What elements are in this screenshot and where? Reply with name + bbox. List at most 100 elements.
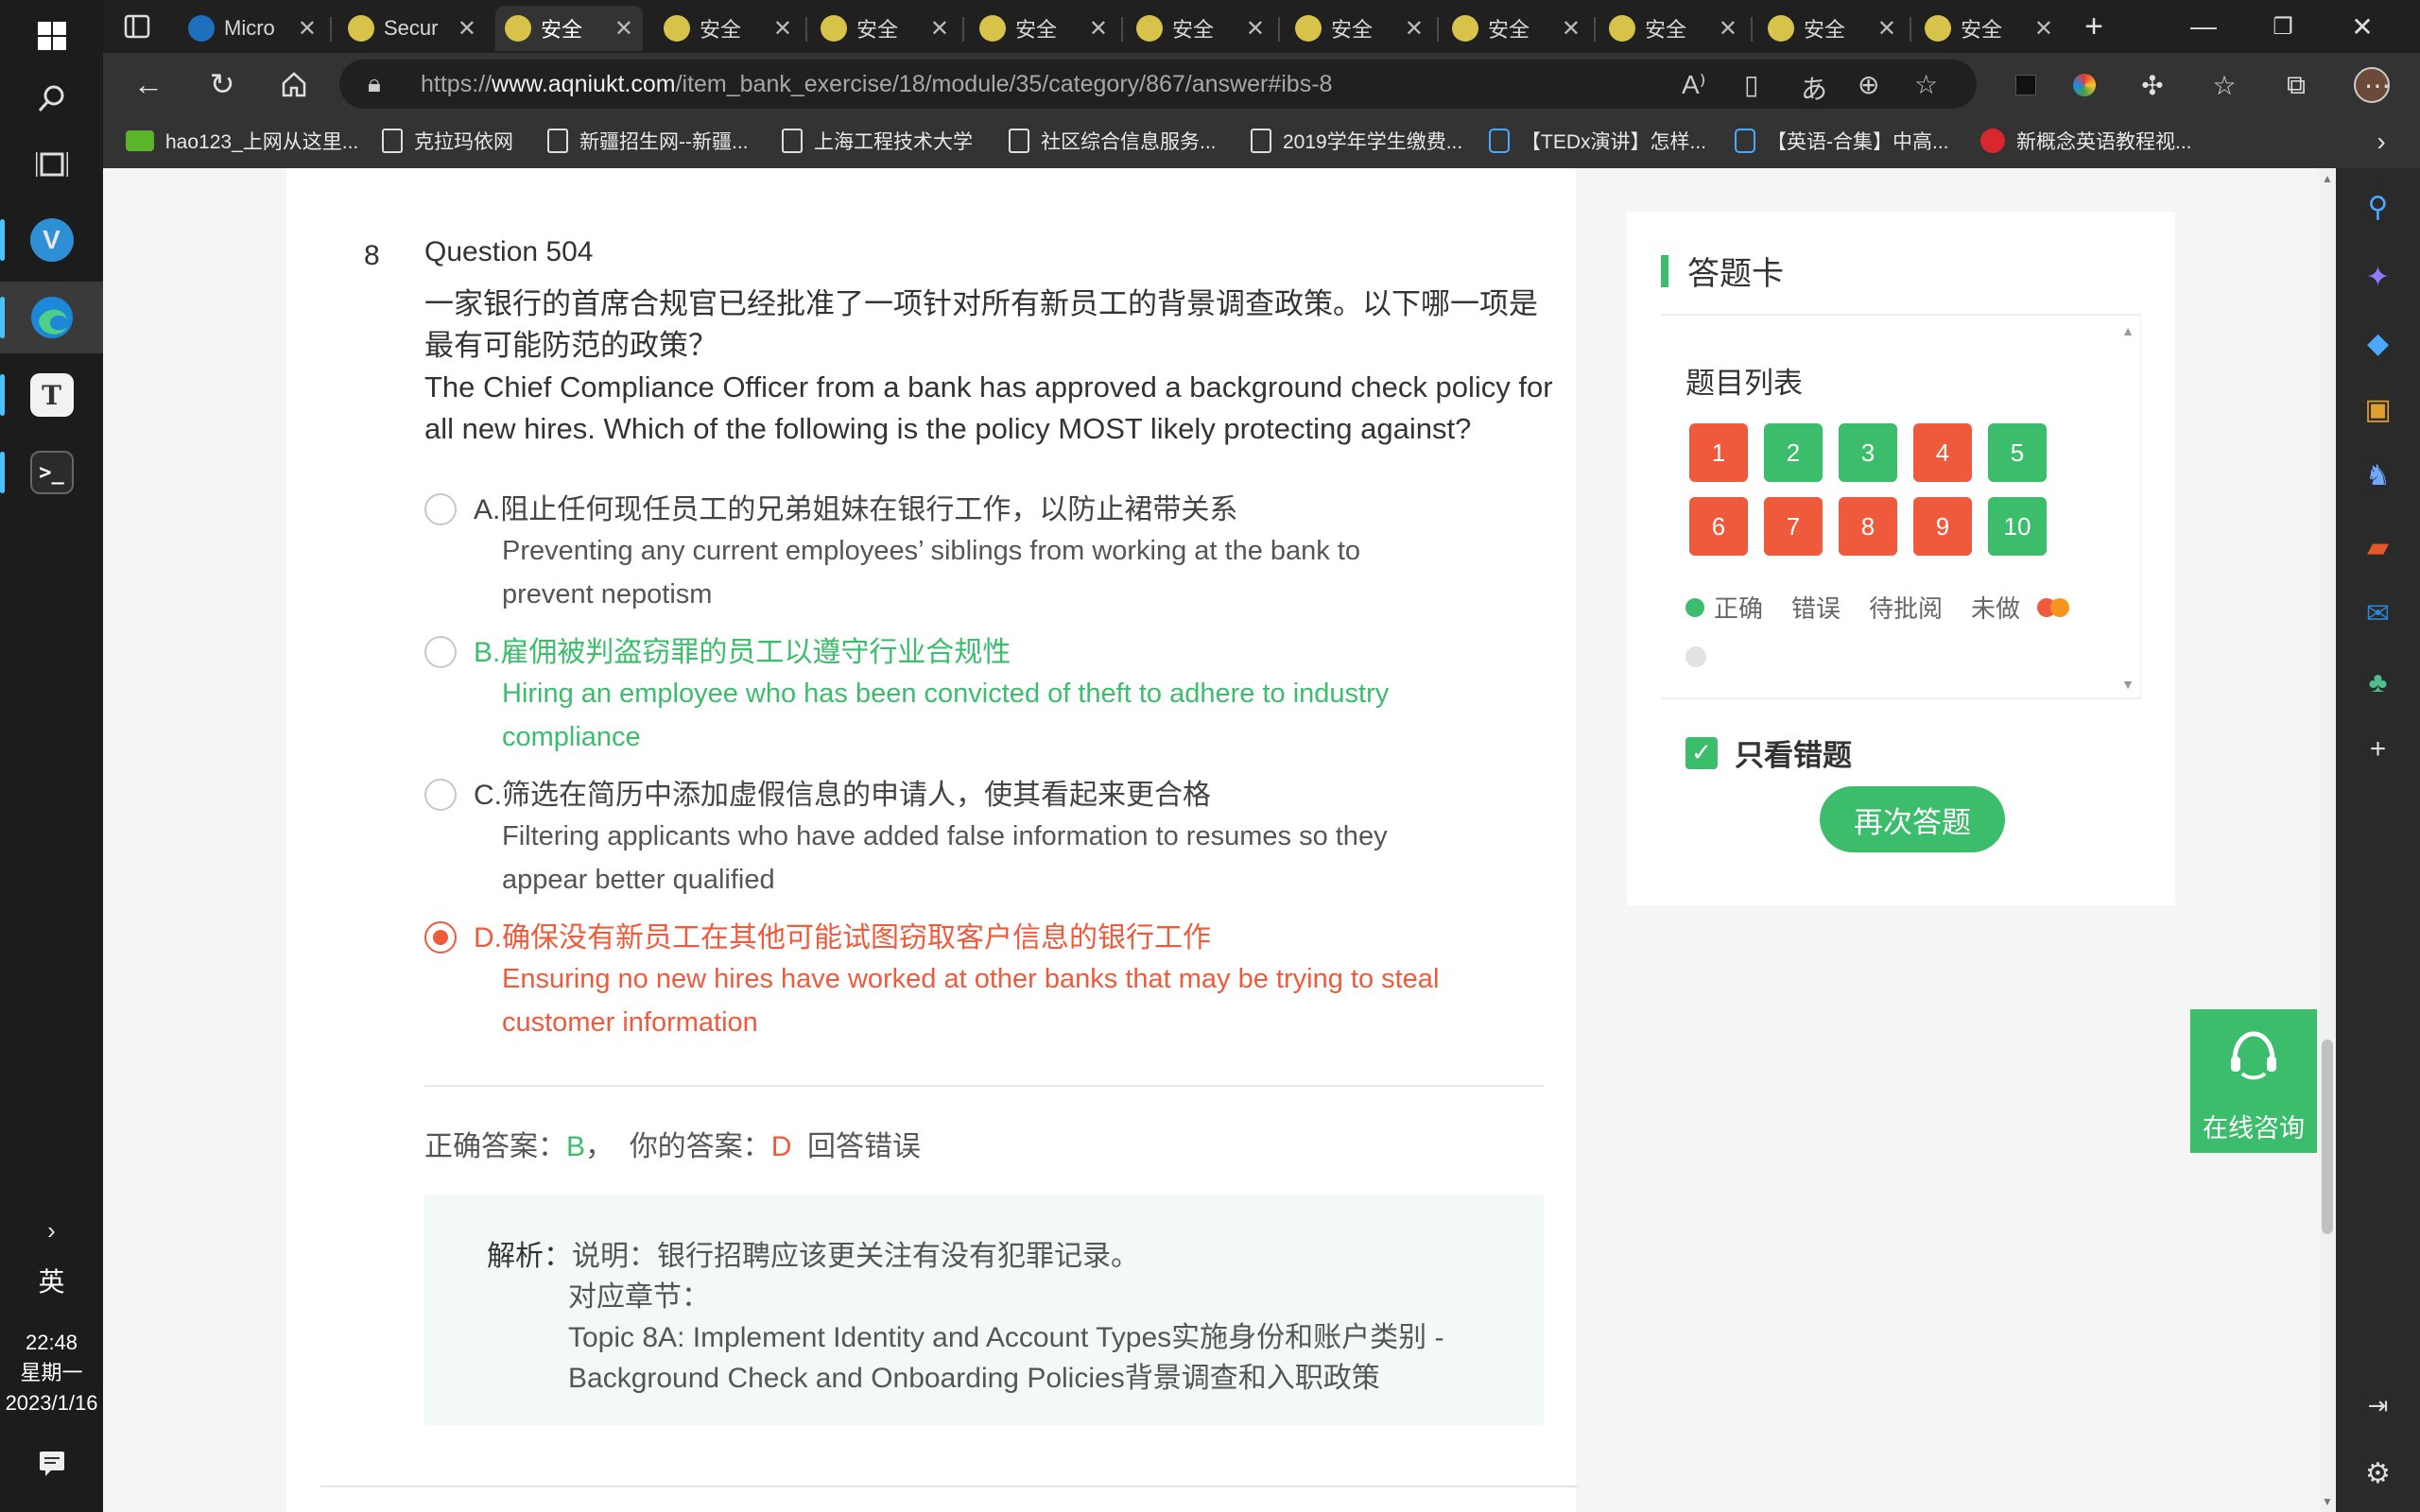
task-view-button[interactable] bbox=[0, 129, 103, 200]
shopping-tag-icon[interactable]: ◆ bbox=[2336, 319, 2420, 367]
question-number-button[interactable]: 1 bbox=[1689, 423, 1748, 482]
scrollbar-down-arrow-icon[interactable]: ▼ bbox=[2322, 1495, 2333, 1508]
question-number-button[interactable]: 6 bbox=[1689, 497, 1748, 556]
extension-dark-icon[interactable] bbox=[2007, 66, 2045, 104]
page-scrollbar[interactable]: ▲ ▼ bbox=[2319, 168, 2336, 1512]
scrollbar-thumb[interactable] bbox=[2322, 1040, 2333, 1234]
tab-close-icon[interactable]: ✕ bbox=[1399, 15, 1424, 43]
minimize-icon[interactable]: — bbox=[2164, 0, 2243, 53]
browser-tab[interactable]: 安全 ✕ bbox=[1286, 6, 1433, 51]
tab-close-icon[interactable]: ✕ bbox=[1872, 15, 1896, 43]
back-arrow-icon[interactable]: ← bbox=[126, 61, 171, 107]
checkbox-checked-icon[interactable]: ✓ bbox=[1685, 736, 1718, 769]
outlook-icon[interactable]: ✉ bbox=[2336, 590, 2420, 637]
option-d-radio[interactable] bbox=[424, 921, 457, 954]
bookmark-item[interactable]: 新疆招生网--新疆... bbox=[547, 127, 749, 155]
zoom-icon[interactable]: ⊕ bbox=[1858, 69, 1879, 100]
bookmark-item[interactable]: hao123_上网从这里... bbox=[126, 127, 358, 155]
taskbar-clock[interactable]: 22:48 星期一 2023/1/16 bbox=[0, 1328, 103, 1418]
windows-start-button[interactable] bbox=[0, 0, 103, 72]
translate-icon[interactable]: あ bbox=[1801, 69, 1827, 107]
option-a-radio[interactable] bbox=[424, 493, 457, 525]
tab-close-icon[interactable]: ✕ bbox=[609, 15, 633, 43]
question-number-button[interactable]: 8 bbox=[1839, 497, 1897, 556]
extensions-puzzle-icon[interactable]: ✣ bbox=[2134, 66, 2171, 104]
browser-tab[interactable]: Secur ✕ bbox=[338, 6, 486, 51]
tab-close-icon[interactable]: ✕ bbox=[1713, 15, 1737, 43]
bookmark-item[interactable]: 2019学年学生缴费... bbox=[1251, 127, 1462, 155]
add-plus-icon[interactable]: + bbox=[2336, 726, 2420, 773]
browser-tab[interactable]: 安全 ✕ bbox=[495, 6, 643, 51]
add-favorite-icon[interactable]: ☆ bbox=[1914, 69, 1938, 100]
taskbar-app-edge[interactable] bbox=[0, 282, 103, 353]
hide-sidebar-icon[interactable]: ⇥ bbox=[2336, 1382, 2420, 1429]
question-number-button[interactable]: 9 bbox=[1913, 497, 1972, 556]
taskbar-app-terminal[interactable]: >_ bbox=[0, 437, 103, 508]
browser-tab[interactable]: 安全 ✕ bbox=[1443, 6, 1590, 51]
only-wrong-checkbox[interactable]: ✓ 只看错题 bbox=[1685, 731, 1852, 774]
option-c-radio[interactable] bbox=[424, 779, 457, 811]
browser-tab[interactable]: Micro ✕ bbox=[179, 6, 326, 51]
home-icon[interactable] bbox=[271, 61, 317, 107]
collections-icon[interactable]: ⧉ bbox=[2277, 66, 2315, 104]
refresh-icon[interactable]: ↻ bbox=[199, 61, 245, 107]
browser-tab[interactable]: 安全 ✕ bbox=[654, 6, 802, 51]
scroll-up-arrow-icon[interactable]: ▲ bbox=[2121, 323, 2135, 338]
bookmark-item[interactable]: 【TEDx演讲】怎样... bbox=[1489, 127, 1706, 155]
tab-close-icon[interactable]: ✕ bbox=[1556, 15, 1581, 43]
tab-close-icon[interactable]: ✕ bbox=[292, 15, 317, 43]
question-number-button[interactable]: 3 bbox=[1839, 423, 1897, 482]
favorites-icon[interactable]: ☆ bbox=[2205, 66, 2243, 104]
discover-sparkle-icon[interactable]: ✦ bbox=[2336, 253, 2420, 301]
office-icon[interactable]: ▰ bbox=[2336, 524, 2420, 571]
games-icon[interactable]: ♞ bbox=[2336, 452, 2420, 499]
question-list-panel[interactable]: ▲ 题目列表 1 2 3 4 5 6 7 8 9 10 正确 错误 待批阅 未做 ▼ bbox=[1661, 316, 2141, 699]
tab-close-icon[interactable]: ✕ bbox=[768, 15, 792, 43]
tab-close-icon[interactable]: ✕ bbox=[925, 15, 949, 43]
tab-close-icon[interactable]: ✕ bbox=[1083, 15, 1108, 43]
question-number-button[interactable]: 7 bbox=[1764, 497, 1823, 556]
online-consult-button[interactable]: 在线咨询 bbox=[2190, 1009, 2317, 1153]
bookmark-item[interactable]: 克拉玛依网 bbox=[382, 127, 513, 155]
taskbar-app-typora[interactable]: T bbox=[0, 359, 103, 431]
browser-tab[interactable]: 安全 ✕ bbox=[1915, 6, 2063, 51]
new-tab-plus-icon[interactable]: + bbox=[2075, 8, 2113, 45]
retry-button[interactable]: 再次答题 bbox=[1820, 786, 2005, 852]
question-number-button[interactable]: 4 bbox=[1913, 423, 1972, 482]
tab-actions-icon[interactable] bbox=[118, 8, 156, 45]
input-language-indicator[interactable]: 英 bbox=[0, 1262, 103, 1299]
lock-icon[interactable]: 🔒︎ bbox=[368, 69, 381, 99]
bookmark-item[interactable]: 新概念英语教程视... bbox=[1980, 127, 2192, 155]
address-bar[interactable]: 🔒︎ https://www.aqniukt.com/item_bank_exe… bbox=[339, 60, 1977, 109]
browser-tab[interactable]: 安全 ✕ bbox=[1599, 6, 1747, 51]
scrollbar-up-arrow-icon[interactable]: ▲ bbox=[2322, 172, 2333, 185]
notification-center-button[interactable] bbox=[0, 1427, 103, 1499]
gear-icon[interactable]: ⚙ bbox=[2336, 1450, 2420, 1497]
tree-icon[interactable]: ♣ bbox=[2336, 660, 2420, 707]
question-number-button[interactable]: 2 bbox=[1764, 423, 1823, 482]
settings-more-icon[interactable]: ⋯ bbox=[2359, 66, 2396, 104]
tools-briefcase-icon[interactable]: ▣ bbox=[2336, 386, 2420, 433]
browser-tab[interactable]: 安全 ✕ bbox=[1758, 6, 1906, 51]
tab-close-icon[interactable]: ✕ bbox=[452, 15, 476, 43]
question-number-button[interactable]: 10 bbox=[1988, 497, 2047, 556]
tab-close-icon[interactable]: ✕ bbox=[1240, 15, 1265, 43]
question-number-button[interactable]: 5 bbox=[1988, 423, 2047, 482]
search-icon[interactable]: ⚲ bbox=[2336, 183, 2420, 231]
more-bookmarks-chevron-icon[interactable]: › bbox=[2362, 123, 2400, 161]
browser-tab[interactable]: 安全 ✕ bbox=[1127, 6, 1274, 51]
immersive-reader-icon[interactable]: ▯ bbox=[1744, 69, 1758, 100]
browser-tab[interactable]: 安全 ✕ bbox=[811, 6, 959, 51]
bookmark-item[interactable]: 【英语-合集】中高... bbox=[1735, 127, 1949, 155]
close-window-icon[interactable]: ✕ bbox=[2323, 0, 2402, 53]
scroll-down-arrow-icon[interactable]: ▼ bbox=[2121, 677, 2135, 692]
option-b-radio[interactable] bbox=[424, 636, 457, 668]
tab-close-icon[interactable]: ✕ bbox=[2029, 15, 2053, 43]
search-button[interactable] bbox=[0, 62, 103, 134]
restore-icon[interactable]: ❐ bbox=[2243, 0, 2323, 53]
bookmark-item[interactable]: 上海工程技术大学 bbox=[782, 127, 973, 155]
show-hidden-icons-chevron-icon[interactable]: › bbox=[0, 1194, 103, 1266]
taskbar-app-vscode-like[interactable]: V bbox=[0, 204, 103, 276]
extension-color-icon[interactable] bbox=[2066, 66, 2103, 104]
bookmark-item[interactable]: 社区综合信息服务... bbox=[1009, 127, 1217, 155]
